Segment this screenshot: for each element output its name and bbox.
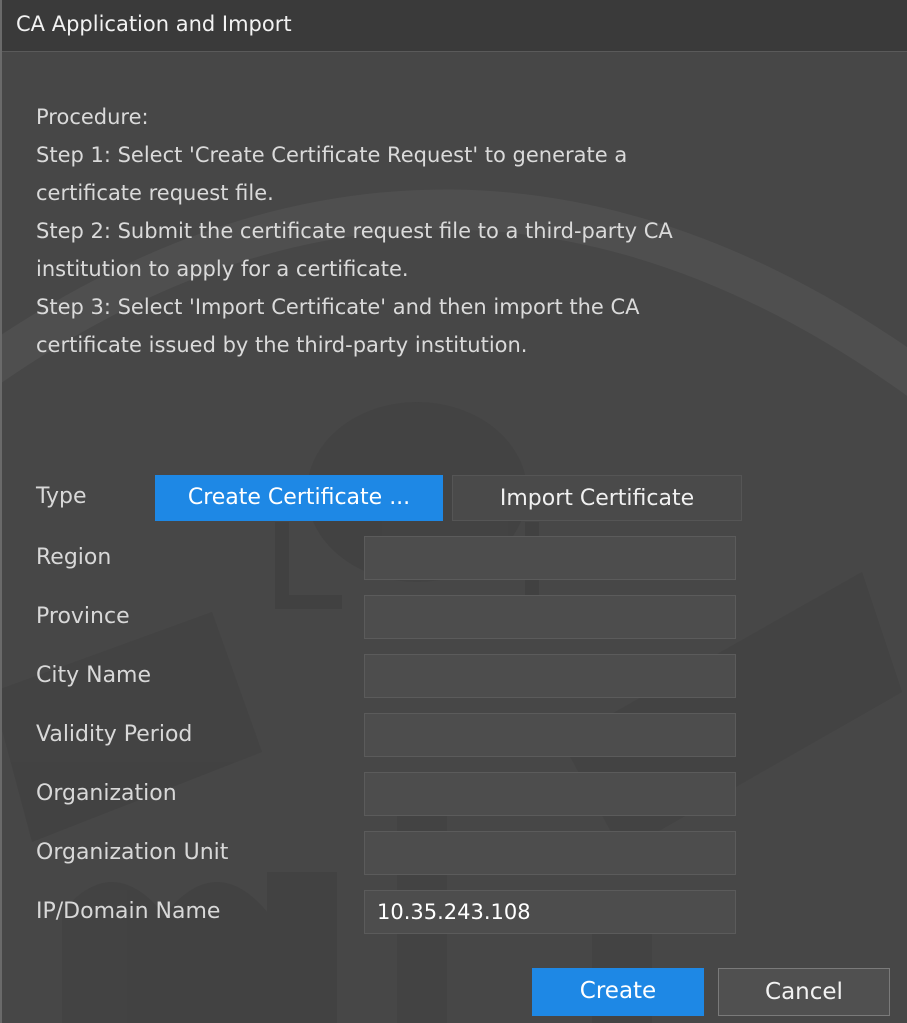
procedure-line: certificate issued by the third-party in… [36, 333, 528, 357]
province-input[interactable] [364, 595, 736, 639]
ca-dialog: CA Application and Import Procedure: Ste… [0, 0, 907, 1023]
procedure-heading: Procedure: [36, 105, 149, 129]
cancel-button[interactable]: Cancel [718, 968, 890, 1016]
procedure-line: Step 2: Submit the certificate request f… [36, 219, 673, 243]
ip-domain-name-value: 10.35.243.108 [377, 900, 531, 924]
province-label: Province [36, 604, 130, 629]
organization-unit-label: Organization Unit [36, 840, 229, 865]
city-name-label: City Name [36, 663, 152, 688]
ip-domain-name-label: IP/Domain Name [36, 899, 221, 924]
type-option-import-certificate[interactable]: Import Certificate [452, 475, 742, 521]
type-option-create-certificate[interactable]: Create Certificate ... [155, 475, 443, 521]
ip-domain-name-input[interactable]: 10.35.243.108 [364, 890, 736, 934]
validity-period-label: Validity Period [36, 722, 193, 747]
procedure-line: Step 3: Select 'Import Certificate' and … [36, 295, 640, 319]
procedure-text: Procedure: Step 1: Select 'Create Certif… [36, 98, 876, 364]
type-label: Type [36, 484, 87, 509]
organization-unit-input[interactable] [364, 831, 736, 875]
dialog-title: CA Application and Import [16, 12, 292, 36]
region-input[interactable] [364, 536, 736, 580]
create-button[interactable]: Create [532, 968, 704, 1016]
validity-period-input[interactable] [364, 713, 736, 757]
city-name-input[interactable] [364, 654, 736, 698]
organization-input[interactable] [364, 772, 736, 816]
region-label: Region [36, 545, 112, 570]
procedure-line: institution to apply for a certificate. [36, 257, 409, 281]
organization-label: Organization [36, 781, 177, 806]
dialog-titlebar: CA Application and Import [2, 0, 907, 52]
procedure-line: Step 1: Select 'Create Certificate Reque… [36, 143, 628, 167]
procedure-line: certificate request file. [36, 181, 274, 205]
